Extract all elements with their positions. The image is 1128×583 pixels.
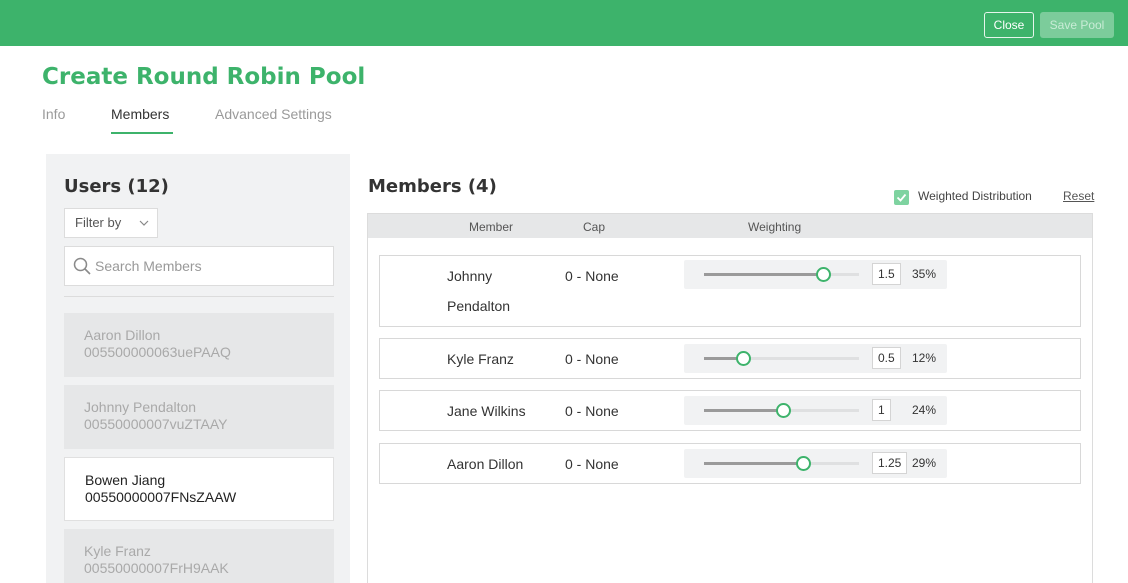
users-title: Users (12) — [64, 176, 169, 197]
weighted-distribution-checkbox[interactable] — [894, 190, 909, 205]
members-table-header: Member Cap Weighting — [368, 214, 1092, 238]
weight-value-input[interactable]: 1.25 — [872, 452, 908, 474]
save-pool-button[interactable]: Save Pool — [1040, 12, 1114, 38]
member-cap[interactable]: 0 - None — [565, 403, 619, 419]
member-name-line2: Pendalton — [447, 298, 511, 314]
member-cap[interactable]: 0 - None — [565, 351, 619, 367]
weight-slider[interactable] — [704, 456, 859, 471]
member-row: Johnny Pendalton 0 - None 1.5 35% — [379, 255, 1081, 327]
column-header-member: Member — [469, 220, 514, 234]
weight-value-input[interactable]: 0.5 — [872, 347, 901, 369]
weight-value-input[interactable]: 1 — [872, 399, 891, 421]
top-bar: Close Save Pool — [0, 0, 1128, 46]
user-card-kyle-franz[interactable]: Kyle Franz 00550000007FrH9AAK — [64, 529, 334, 583]
weight-percent: 35% — [912, 267, 937, 281]
slider-fill — [704, 273, 823, 276]
members-title: Members (4) — [368, 176, 497, 197]
column-header-cap: Cap — [583, 220, 606, 234]
member-name: Kyle Franz — [447, 351, 514, 367]
member-cap[interactable]: 0 - None — [565, 456, 619, 472]
slider-thumb[interactable] — [796, 456, 811, 471]
weighting-control: 1.5 35% — [684, 260, 947, 289]
weight-slider[interactable] — [704, 351, 859, 366]
tab-advanced-settings[interactable]: Advanced Settings — [215, 106, 332, 122]
members-table: Member Cap Weighting Johnny Pendalton 0 … — [367, 213, 1093, 583]
member-row: Aaron Dillon 0 - None 1.25 29% — [379, 443, 1081, 484]
close-button[interactable]: Close — [984, 12, 1034, 38]
member-name-line1: Johnny — [447, 268, 493, 284]
users-panel: Users (12) Filter by Aaron Dillon 005500… — [46, 154, 350, 583]
search-box[interactable] — [64, 246, 334, 286]
slider-thumb[interactable] — [776, 403, 791, 418]
active-tab-indicator — [111, 132, 173, 134]
weighting-control: 1.25 29% — [684, 449, 947, 478]
tab-members[interactable]: Members — [111, 106, 169, 122]
weight-value-input[interactable]: 1.5 — [872, 263, 901, 285]
user-card-johnny-pendalton[interactable]: Johnny Pendalton 00550000007vuZTAAY — [64, 385, 334, 449]
user-id: 00550000007FrH9AAK — [84, 560, 229, 576]
weighting-control: 1 24% — [684, 396, 947, 425]
filter-by-dropdown[interactable]: Filter by — [64, 208, 158, 238]
weight-percent: 12% — [912, 351, 937, 365]
slider-fill — [704, 462, 803, 465]
weight-percent: 29% — [912, 456, 937, 470]
slider-thumb[interactable] — [816, 267, 831, 282]
weight-percent: 24% — [912, 403, 937, 417]
user-name: Johnny Pendalton — [84, 399, 197, 415]
member-name: Jane Wilkins — [447, 403, 526, 419]
member-cap[interactable]: 0 - None — [565, 268, 619, 284]
column-header-weighting: Weighting — [748, 220, 802, 234]
user-name: Kyle Franz — [84, 543, 151, 559]
user-id: 00550000007FNsZAAW — [85, 489, 237, 505]
weighted-distribution-label: Weighted Distribution — [918, 189, 1032, 203]
member-name: Aaron Dillon — [447, 456, 524, 472]
user-card-bowen-jiang[interactable]: Bowen Jiang 00550000007FNsZAAW — [64, 457, 334, 521]
tab-info[interactable]: Info — [42, 106, 65, 122]
divider — [64, 296, 334, 297]
reset-link[interactable]: Reset — [1063, 189, 1094, 203]
weight-slider[interactable] — [704, 403, 859, 418]
page-title: Create Round Robin Pool — [42, 64, 366, 90]
weighting-control: 0.5 12% — [684, 344, 947, 373]
filter-by-label: Filter by — [75, 215, 122, 230]
user-id: 00550000007vuZTAAY — [84, 416, 228, 432]
check-icon — [896, 193, 907, 202]
slider-thumb[interactable] — [736, 351, 751, 366]
search-members-input[interactable] — [95, 247, 325, 285]
chevron-down-icon — [139, 209, 149, 249]
member-row: Jane Wilkins 0 - None 1 24% — [379, 390, 1081, 431]
slider-fill — [704, 409, 783, 412]
user-name: Bowen Jiang — [85, 472, 166, 488]
search-icon — [73, 257, 91, 275]
user-card-aaron-dillon[interactable]: Aaron Dillon 005500000063uePAAQ — [64, 313, 334, 377]
user-name: Aaron Dillon — [84, 327, 161, 343]
user-id: 005500000063uePAAQ — [84, 344, 231, 360]
member-name: Johnny Pendalton — [447, 264, 510, 318]
weight-slider[interactable] — [704, 267, 859, 282]
member-row: Kyle Franz 0 - None 0.5 12% — [379, 338, 1081, 379]
